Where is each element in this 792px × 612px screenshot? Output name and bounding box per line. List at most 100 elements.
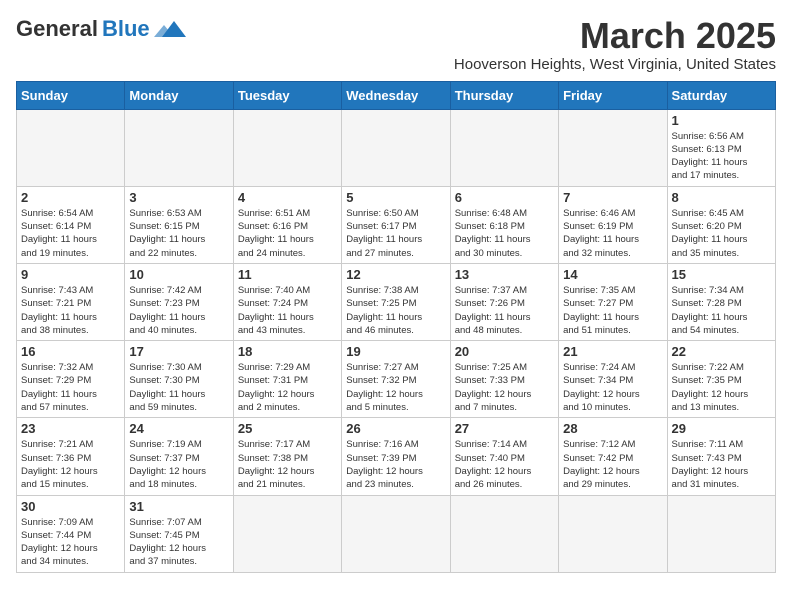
calendar-day-cell: 31 Sunrise: 7:07 AM Sunset: 7:45 PM Dayli… [125,495,233,572]
day-number: 15 [672,267,771,282]
calendar-day-cell: 26Sunrise: 7:16 AM Sunset: 7:39 PM Dayli… [342,418,450,495]
calendar-day-cell [559,109,667,186]
calendar-week-row: 9 Sunrise: 7:43 AM Sunset: 7:21 PM Daylig… [17,263,776,340]
day-info: Sunrise: 7:30 AM Sunset: 7:30 PM Dayligh… [129,361,228,414]
calendar-day-cell: 22Sunrise: 7:22 AM Sunset: 7:35 PM Dayli… [667,341,775,418]
day-number: 26 [346,421,445,436]
calendar-day-cell: 28Sunrise: 7:12 AM Sunset: 7:42 PM Dayli… [559,418,667,495]
calendar-day-cell: 27Sunrise: 7:14 AM Sunset: 7:40 PM Dayli… [450,418,558,495]
day-info: Sunrise: 7:11 AM Sunset: 7:43 PM Dayligh… [672,438,771,491]
day-number: 25 [238,421,337,436]
calendar-day-cell: 18 Sunrise: 7:29 AM Sunset: 7:31 PM Dayli… [233,341,341,418]
calendar-day-cell: 24Sunrise: 7:19 AM Sunset: 7:37 PM Dayli… [125,418,233,495]
header-thursday: Thursday [450,81,558,109]
calendar-day-cell [125,109,233,186]
day-number: 18 [238,344,337,359]
day-info: Sunrise: 7:19 AM Sunset: 7:37 PM Dayligh… [129,438,228,491]
day-info: Sunrise: 7:35 AM Sunset: 7:27 PM Dayligh… [563,284,662,337]
calendar-day-cell: 2 Sunrise: 6:54 AM Sunset: 6:14 PM Daylig… [17,186,125,263]
day-info: Sunrise: 7:07 AM Sunset: 7:45 PM Dayligh… [129,516,228,569]
day-number: 6 [455,190,554,205]
day-info: Sunrise: 7:21 AM Sunset: 7:36 PM Dayligh… [21,438,120,491]
day-number: 19 [346,344,445,359]
day-info: Sunrise: 7:27 AM Sunset: 7:32 PM Dayligh… [346,361,445,414]
day-number: 31 [129,499,228,514]
title-block: March 2025 Hooverson Heights, West Virgi… [454,16,776,73]
day-number: 14 [563,267,662,282]
day-number: 21 [563,344,662,359]
day-info: Sunrise: 7:17 AM Sunset: 7:38 PM Dayligh… [238,438,337,491]
day-number: 29 [672,421,771,436]
calendar-day-cell: 17 Sunrise: 7:30 AM Sunset: 7:30 PM Dayli… [125,341,233,418]
calendar-day-cell [450,109,558,186]
day-number: 7 [563,190,662,205]
calendar-day-cell: 15Sunrise: 7:34 AM Sunset: 7:28 PM Dayli… [667,263,775,340]
calendar-day-cell: 25 Sunrise: 7:17 AM Sunset: 7:38 PM Dayli… [233,418,341,495]
calendar-day-cell: 14 Sunrise: 7:35 AM Sunset: 7:27 PM Dayli… [559,263,667,340]
day-info: Sunrise: 6:45 AM Sunset: 6:20 PM Dayligh… [672,207,771,260]
logo-text-blue: Blue [102,16,150,42]
day-info: Sunrise: 7:25 AM Sunset: 7:33 PM Dayligh… [455,361,554,414]
day-number: 3 [129,190,228,205]
day-number: 10 [129,267,228,282]
day-info: Sunrise: 7:42 AM Sunset: 7:23 PM Dayligh… [129,284,228,337]
day-info: Sunrise: 7:40 AM Sunset: 7:24 PM Dayligh… [238,284,337,337]
calendar-day-cell: 10 Sunrise: 7:42 AM Sunset: 7:23 PM Dayli… [125,263,233,340]
day-info: Sunrise: 6:54 AM Sunset: 6:14 PM Dayligh… [21,207,120,260]
calendar-day-cell: 7Sunrise: 6:46 AM Sunset: 6:19 PM Daylig… [559,186,667,263]
day-number: 30 [21,499,120,514]
logo-text-general: General [16,16,98,42]
calendar-week-row: 2 Sunrise: 6:54 AM Sunset: 6:14 PM Daylig… [17,186,776,263]
logo: General Blue [16,16,186,42]
calendar-week-row: 23Sunrise: 7:21 AM Sunset: 7:36 PM Dayli… [17,418,776,495]
header-tuesday: Tuesday [233,81,341,109]
calendar-week-row: 30 Sunrise: 7:09 AM Sunset: 7:44 PM Dayli… [17,495,776,572]
day-info: Sunrise: 7:09 AM Sunset: 7:44 PM Dayligh… [21,516,120,569]
day-info: Sunrise: 6:51 AM Sunset: 6:16 PM Dayligh… [238,207,337,260]
calendar-day-cell [233,109,341,186]
day-info: Sunrise: 6:56 AM Sunset: 6:13 PM Dayligh… [672,130,771,183]
header-friday: Friday [559,81,667,109]
calendar-day-cell: 9 Sunrise: 7:43 AM Sunset: 7:21 PM Daylig… [17,263,125,340]
calendar-day-cell: 30 Sunrise: 7:09 AM Sunset: 7:44 PM Dayli… [17,495,125,572]
calendar-day-cell: 23Sunrise: 7:21 AM Sunset: 7:36 PM Dayli… [17,418,125,495]
calendar-day-cell [342,109,450,186]
calendar-day-cell: 20 Sunrise: 7:25 AM Sunset: 7:33 PM Dayli… [450,341,558,418]
calendar-day-cell: 12Sunrise: 7:38 AM Sunset: 7:25 PM Dayli… [342,263,450,340]
logo-icon [154,17,186,41]
header-sunday: Sunday [17,81,125,109]
day-number: 13 [455,267,554,282]
day-info: Sunrise: 7:29 AM Sunset: 7:31 PM Dayligh… [238,361,337,414]
calendar-day-cell: 6 Sunrise: 6:48 AM Sunset: 6:18 PM Daylig… [450,186,558,263]
day-number: 9 [21,267,120,282]
calendar-day-cell: 4Sunrise: 6:51 AM Sunset: 6:16 PM Daylig… [233,186,341,263]
day-number: 20 [455,344,554,359]
header: General Blue March 2025 Hooverson Height… [16,16,776,73]
day-number: 5 [346,190,445,205]
day-info: Sunrise: 7:14 AM Sunset: 7:40 PM Dayligh… [455,438,554,491]
calendar-week-row: 16Sunrise: 7:32 AM Sunset: 7:29 PM Dayli… [17,341,776,418]
calendar-day-cell: 3Sunrise: 6:53 AM Sunset: 6:15 PM Daylig… [125,186,233,263]
day-number: 17 [129,344,228,359]
calendar-day-cell [667,495,775,572]
calendar-day-cell: 11Sunrise: 7:40 AM Sunset: 7:24 PM Dayli… [233,263,341,340]
calendar-table: Sunday Monday Tuesday Wednesday Thursday… [16,81,776,573]
calendar-day-cell: 29 Sunrise: 7:11 AM Sunset: 7:43 PM Dayli… [667,418,775,495]
calendar-day-cell: 21Sunrise: 7:24 AM Sunset: 7:34 PM Dayli… [559,341,667,418]
calendar-day-cell: 16Sunrise: 7:32 AM Sunset: 7:29 PM Dayli… [17,341,125,418]
day-number: 2 [21,190,120,205]
day-info: Sunrise: 7:38 AM Sunset: 7:25 PM Dayligh… [346,284,445,337]
day-number: 8 [672,190,771,205]
header-wednesday: Wednesday [342,81,450,109]
day-info: Sunrise: 7:37 AM Sunset: 7:26 PM Dayligh… [455,284,554,337]
calendar-day-cell [559,495,667,572]
calendar-day-cell [342,495,450,572]
day-info: Sunrise: 6:48 AM Sunset: 6:18 PM Dayligh… [455,207,554,260]
header-monday: Monday [125,81,233,109]
day-info: Sunrise: 7:43 AM Sunset: 7:21 PM Dayligh… [21,284,120,337]
day-number: 28 [563,421,662,436]
calendar-title: March 2025 [454,16,776,56]
calendar-day-cell: 5Sunrise: 6:50 AM Sunset: 6:17 PM Daylig… [342,186,450,263]
calendar-day-cell [17,109,125,186]
calendar-day-cell: 1Sunrise: 6:56 AM Sunset: 6:13 PM Daylig… [667,109,775,186]
